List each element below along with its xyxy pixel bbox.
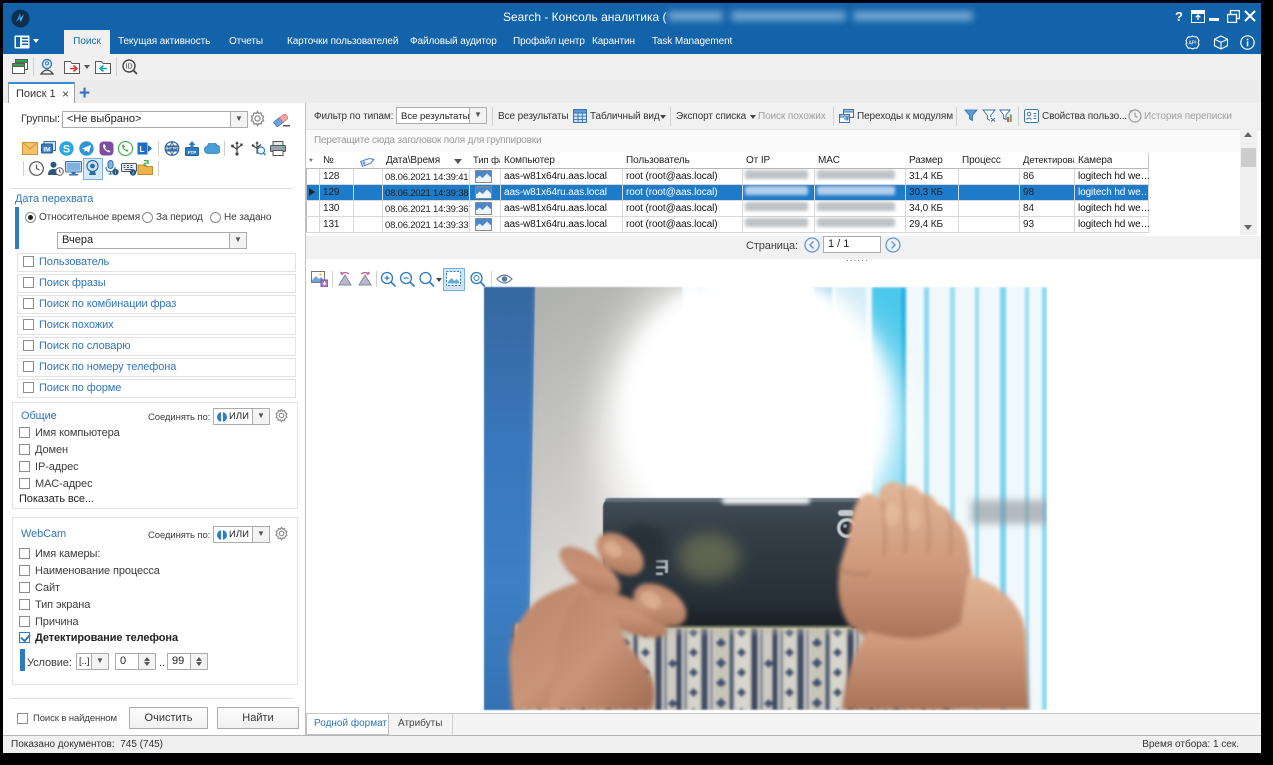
svg-text:S: S <box>63 144 70 156</box>
svg-text:ID: ID <box>126 64 133 71</box>
svg-text:API: API <box>1188 41 1196 47</box>
svg-text:HTTP: HTTP <box>167 147 177 151</box>
svg-text:FTP: FTP <box>188 150 197 155</box>
svg-text:IM: IM <box>43 147 50 154</box>
svg-text:L: L <box>139 144 144 154</box>
